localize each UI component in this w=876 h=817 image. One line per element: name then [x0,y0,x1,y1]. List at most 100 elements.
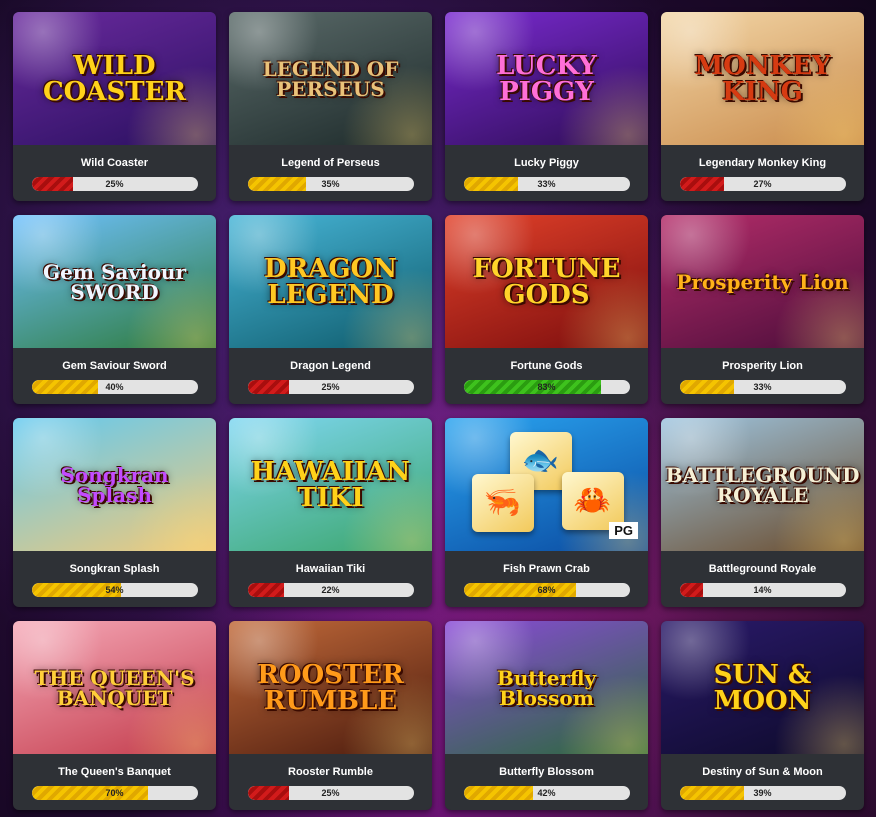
game-logo: LUCKY PIGGY [496,50,597,107]
game-info: Lucky Piggy 33% [445,145,648,201]
game-thumbnail[interactable]: 🐟 🦐 🦀 PG [445,418,648,551]
rtp-progress-bar: 14% [679,583,846,597]
game-logo: DRAGON LEGEND [264,253,397,310]
rtp-percent-label: 14% [753,585,772,595]
game-title: Fish Prawn Crab [503,563,590,575]
rtp-percent-label: 40% [105,382,124,392]
game-title: Battleground Royale [708,563,817,575]
game-thumbnail[interactable]: HAWAIIAN TIKI [229,418,432,551]
game-title: Dragon Legend [290,360,371,372]
game-info: Destiny of Sun & Moon 39% [661,754,864,810]
game-thumbnail[interactable]: FORTUNE GODS [445,215,648,348]
game-card-fortune-gods[interactable]: FORTUNE GODS Fortune Gods 83% [445,215,648,404]
dice-tile-icon: 🦀 [561,471,624,530]
game-card-legendary-monkey-king[interactable]: MONKEY KING Legendary Monkey King 27% [661,12,864,201]
game-card-legend-of-perseus[interactable]: LEGEND OF PERSEUS Legend of Perseus 35% [229,12,432,201]
rtp-progress-bar: 54% [31,583,198,597]
rtp-percent-label: 33% [753,382,772,392]
dice-tile-icon: 🦐 [471,473,534,532]
rtp-percent-label: 22% [321,585,340,595]
game-logo: Gem Saviour SWORD [43,259,186,304]
rtp-percent-label: 42% [537,788,556,798]
rtp-progress-bar: 22% [247,583,414,597]
game-info: Rooster Rumble 25% [229,754,432,810]
game-info: Fish Prawn Crab 68% [445,551,648,607]
game-title: Butterfly Blossom [499,766,594,778]
game-info: Butterfly Blossom 42% [445,754,648,810]
rtp-percent-label: 83% [537,382,556,392]
rtp-percent-label: 70% [105,788,124,798]
game-card-songkran-splash[interactable]: Songkran Splash Songkran Splash 54% [13,418,216,607]
game-card-fish-prawn-crab[interactable]: 🐟 🦐 🦀 PG Fish Prawn Crab 68% [445,418,648,607]
game-title: Legendary Monkey King [698,157,827,169]
game-info: Legendary Monkey King 27% [661,145,864,201]
game-thumbnail[interactable]: LUCKY PIGGY [445,12,648,145]
dice-tiles-icon: 🐟 🦐 🦀 [462,430,632,540]
rtp-percent-label: 25% [321,788,340,798]
game-logo: SUN & MOON [713,659,812,716]
game-title: Rooster Rumble [288,766,373,778]
game-card-wild-coaster[interactable]: WILD COASTER Wild Coaster 25% [13,12,216,201]
game-thumbnail[interactable]: SUN & MOON [661,621,864,754]
game-thumbnail[interactable]: Songkran Splash [13,418,216,551]
rtp-percent-label: 25% [321,382,340,392]
game-thumbnail[interactable]: THE QUEEN'S BANQUET [13,621,216,754]
game-info: Wild Coaster 25% [13,145,216,201]
game-card-hawaiian-tiki[interactable]: HAWAIIAN TIKI Hawaiian Tiki 22% [229,418,432,607]
rtp-progress-bar: 25% [31,177,198,191]
game-logo: FORTUNE GODS [472,253,621,310]
game-thumbnail[interactable]: DRAGON LEGEND [229,215,432,348]
rtp-percent-label: 35% [321,179,340,189]
game-logo: Prosperity Lion [676,269,849,294]
game-title: Legend of Perseus [281,157,380,169]
game-title: Songkran Splash [69,563,160,575]
game-logo: Butterfly Blossom [496,665,597,710]
game-logo: Songkran Splash [60,462,169,507]
game-info: Battleground Royale 14% [661,551,864,607]
game-info: Dragon Legend 25% [229,348,432,404]
game-logo: WILD COASTER [42,50,187,107]
game-card-lucky-piggy[interactable]: LUCKY PIGGY Lucky Piggy 33% [445,12,648,201]
game-thumbnail[interactable]: ROOSTER RUMBLE [229,621,432,754]
game-thumbnail[interactable]: MONKEY KING [661,12,864,145]
rtp-progress-bar: 40% [31,380,198,394]
game-info: Fortune Gods 83% [445,348,648,404]
game-card-prosperity-lion[interactable]: Prosperity Lion Prosperity Lion 33% [661,215,864,404]
game-info: The Queen's Banquet 70% [13,754,216,810]
game-info: Hawaiian Tiki 22% [229,551,432,607]
pg-badge: PG [609,522,638,539]
game-thumbnail[interactable]: LEGEND OF PERSEUS [229,12,432,145]
game-logo: HAWAIIAN TIKI [250,456,411,513]
game-thumbnail[interactable]: BATTLEGROUND ROYALE [661,418,864,551]
game-logo: THE QUEEN'S BANQUET [34,665,195,710]
game-thumbnail[interactable]: Gem Saviour SWORD [13,215,216,348]
rtp-percent-label: 27% [753,179,772,189]
game-card-the-queen-s-banquet[interactable]: THE QUEEN'S BANQUET The Queen's Banquet 70… [13,621,216,810]
game-thumbnail[interactable]: Prosperity Lion [661,215,864,348]
game-card-destiny-of-sun-moon[interactable]: SUN & MOON Destiny of Sun & Moon 39% [661,621,864,810]
game-card-butterfly-blossom[interactable]: Butterfly Blossom Butterfly Blossom 42% [445,621,648,810]
game-title: Hawaiian Tiki [295,563,366,575]
game-thumbnail[interactable]: WILD COASTER [13,12,216,145]
game-title: Wild Coaster [80,157,149,169]
game-logo: MONKEY KING [694,50,831,107]
rtp-percent-label: 33% [537,179,556,189]
game-info: Legend of Perseus 35% [229,145,432,201]
game-info: Prosperity Lion 33% [661,348,864,404]
rtp-progress-bar: 33% [679,380,846,394]
game-logo: BATTLEGROUND ROYALE [665,462,860,507]
rtp-progress-bar: 68% [463,583,630,597]
rtp-progress-bar: 25% [247,380,414,394]
rtp-progress-bar: 27% [679,177,846,191]
game-info: Gem Saviour Sword 40% [13,348,216,404]
rtp-progress-bar: 25% [247,786,414,800]
rtp-percent-label: 68% [537,585,556,595]
game-thumbnail[interactable]: Butterfly Blossom [445,621,648,754]
game-card-battleground-royale[interactable]: BATTLEGROUND ROYALE Battleground Royale 14… [661,418,864,607]
game-card-dragon-legend[interactable]: DRAGON LEGEND Dragon Legend 25% [229,215,432,404]
game-card-rooster-rumble[interactable]: ROOSTER RUMBLE Rooster Rumble 25% [229,621,432,810]
rtp-progress-bar: 70% [31,786,198,800]
rtp-percent-label: 54% [105,585,124,595]
rtp-progress-bar: 39% [679,786,846,800]
game-card-gem-saviour-sword[interactable]: Gem Saviour SWORD Gem Saviour Sword 40% [13,215,216,404]
